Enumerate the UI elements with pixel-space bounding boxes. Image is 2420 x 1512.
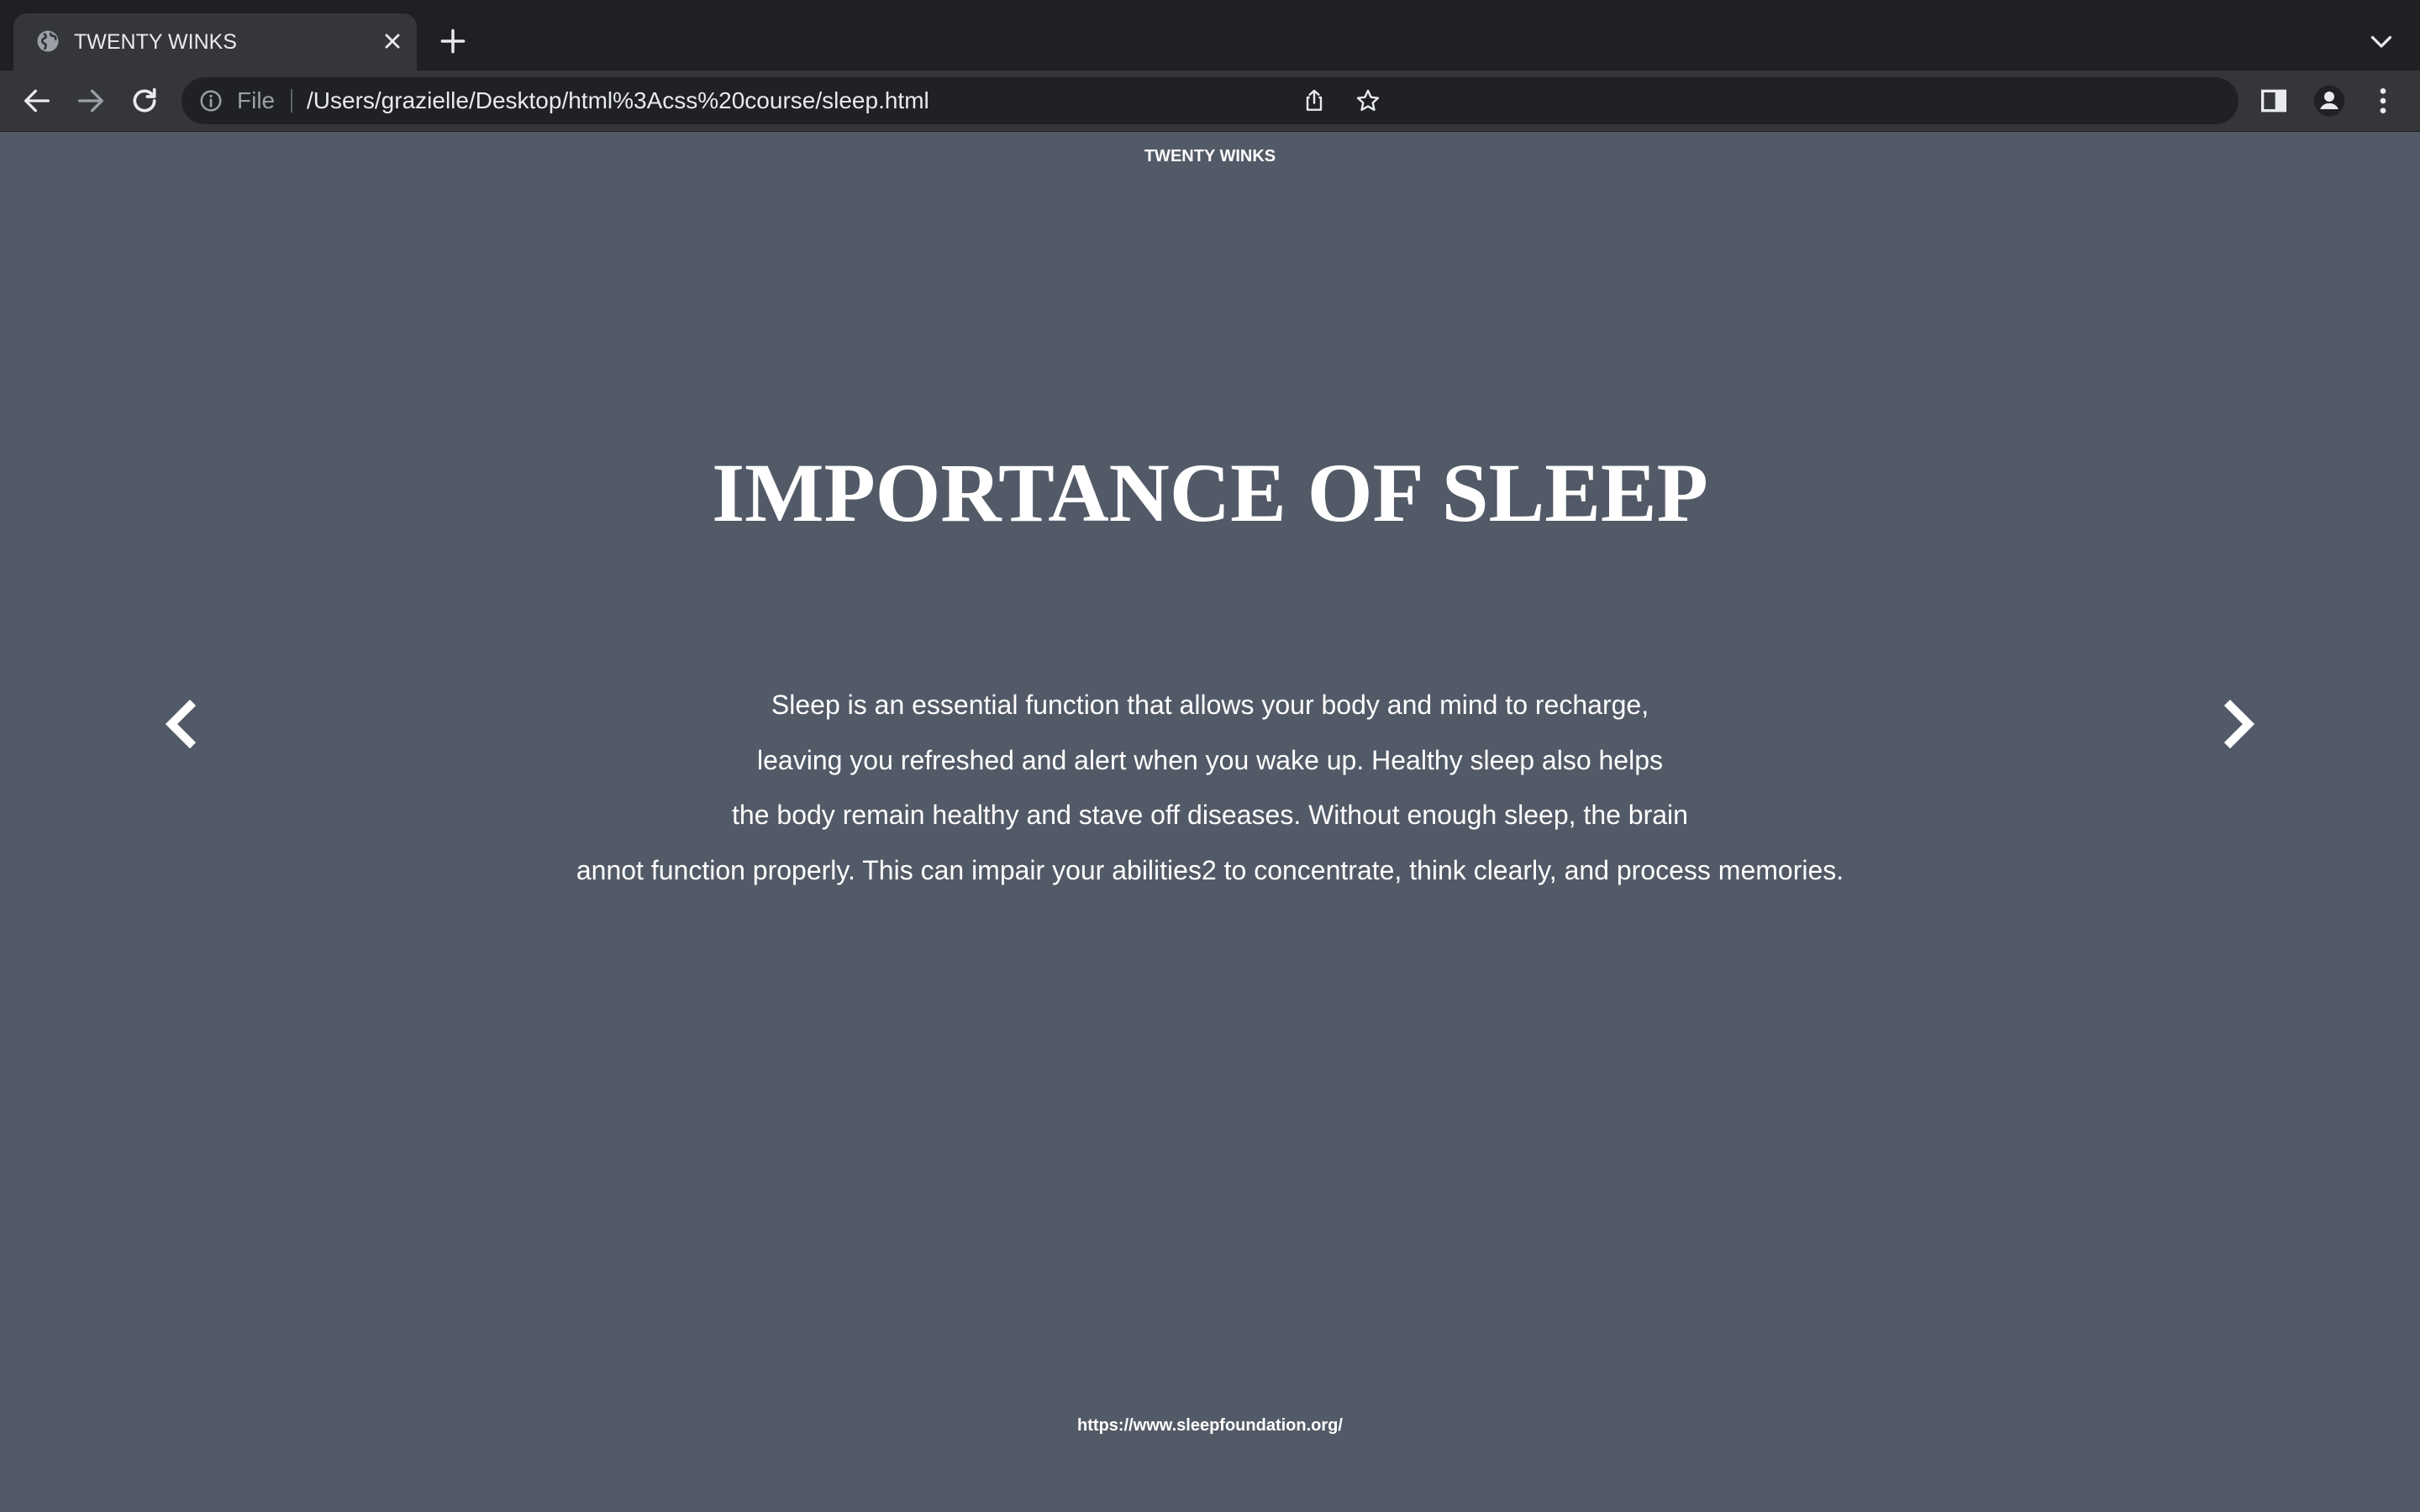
paragraph-line: leaving you refreshed and alert when you… — [757, 744, 1663, 775]
share-icon[interactable] — [1301, 87, 1328, 114]
person-icon[interactable] — [2312, 84, 2346, 118]
scheme-label: File — [237, 87, 276, 113]
source-link[interactable]: https://www.sleepfoundation.org/ — [0, 1415, 2420, 1436]
plus-icon[interactable] — [437, 25, 469, 57]
page-viewport: TWENTY WINKS IMPORTANCE OF SLEEP Sleep i… — [0, 132, 2420, 1512]
reload-icon[interactable] — [128, 84, 161, 118]
browser-toolbar: File /Users/grazielle/Desktop/html%3Acss… — [0, 71, 2420, 132]
info-icon[interactable] — [198, 88, 224, 113]
star-icon[interactable] — [1355, 87, 1381, 114]
chevron-down-icon[interactable] — [2366, 29, 2396, 54]
browser-tab[interactable]: TWENTY WINKS — [13, 13, 417, 71]
address-bar[interactable]: File /Users/grazielle/Desktop/html%3Acss… — [182, 77, 2238, 124]
tab-strip: TWENTY WINKS — [0, 0, 2420, 71]
close-icon[interactable] — [378, 27, 407, 55]
side-panel-icon[interactable] — [2257, 84, 2291, 118]
paragraph-line: Sleep is an essential function that allo… — [771, 690, 1649, 720]
kebab-menu-icon[interactable] — [2366, 84, 2400, 118]
paragraph-line: the body remain healthy and stave off di… — [732, 800, 1688, 830]
chevron-right-icon[interactable] — [2212, 690, 2262, 758]
omnibox-divider — [291, 89, 292, 113]
sleep-description: Sleep is an essential function that allo… — [0, 678, 2420, 898]
arrow-left-icon[interactable] — [20, 84, 54, 118]
page-heading: IMPORTANCE OF SLEEP — [712, 446, 1708, 539]
paragraph-line: annot function properly. This can impair… — [576, 854, 1844, 885]
tab-title: TWENTY WINKS — [74, 30, 237, 54]
arrow-right-icon[interactable] — [74, 84, 108, 118]
globe-icon — [37, 30, 59, 52]
site-title: TWENTY WINKS — [1144, 147, 1276, 165]
url-text[interactable]: /Users/grazielle/Desktop/html%3Acss%20co… — [307, 87, 929, 114]
